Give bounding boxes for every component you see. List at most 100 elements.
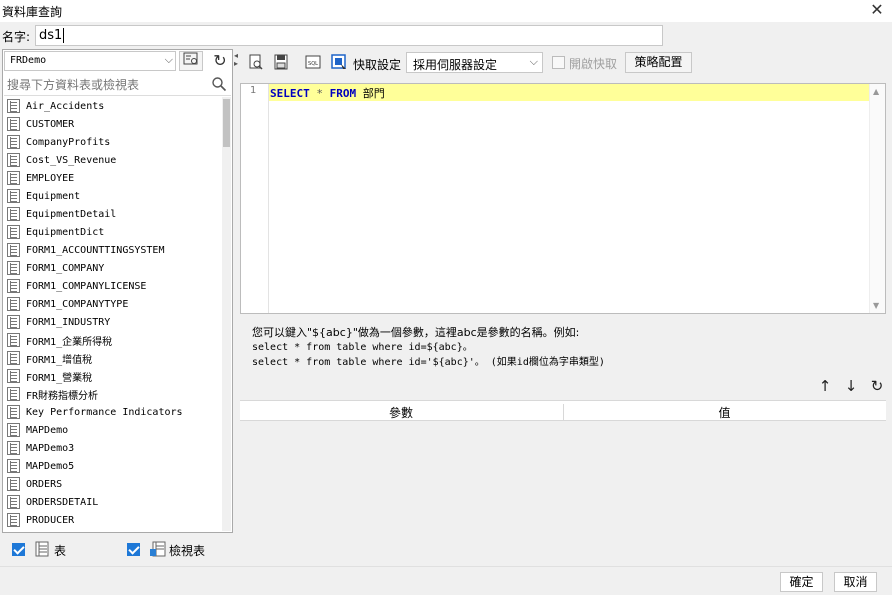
table-list-item[interactable]: FORM1_COMPANYLICENSE (4, 277, 222, 295)
name-row: 名字: ds1 (0, 22, 892, 48)
save-icon[interactable] (272, 53, 290, 71)
sql-icon[interactable]: SQL (304, 53, 322, 71)
scroll-up-icon[interactable]: ▲ (873, 87, 879, 96)
table-list-item[interactable]: FORM1_ACCOUNTTINGSYSTEM (4, 241, 222, 259)
hint-example: select * from table where id='${abc}'。 (… (252, 357, 605, 368)
db-connection-icon (183, 52, 198, 65)
table-search-box (4, 74, 231, 96)
query-toolbar: SQL 快取設定 採用伺服器設定 ⌵ 開啟快取 策略配置 (240, 50, 890, 76)
table-icon (7, 369, 20, 383)
sql-keyword: SELECT (270, 87, 310, 100)
table-name: ORDERS (26, 478, 63, 490)
column-header-value: 值 (563, 404, 885, 421)
table-name: FORM1_COMPANYTYPE (26, 298, 129, 310)
table-search-input[interactable] (7, 76, 207, 94)
table-icon (7, 405, 20, 419)
table-icon (7, 171, 20, 185)
table-list-item[interactable]: Cost_VS_Revenue (4, 151, 222, 169)
table-list: Air_Accidents CUSTOMER CompanyProfits Cost_… (4, 97, 222, 531)
arrow-down-icon[interactable]: ↓ (842, 377, 860, 395)
table-list-item[interactable]: EquipmentDetail (4, 205, 222, 223)
table-list-item[interactable]: ORDERS (4, 475, 222, 493)
enable-cache-checkbox[interactable] (552, 56, 565, 69)
preview-icon[interactable] (247, 53, 265, 71)
hint-line: 您可以鍵入"${abc}"做為一個參數，這裡abc是參數的名稱。例如: (252, 326, 580, 339)
table-list-item[interactable]: CUSTOMER (4, 115, 222, 133)
table-icon (7, 99, 20, 113)
table-list-item[interactable]: MAPDemo (4, 421, 222, 439)
table-name: MAPDemo5 (26, 460, 75, 472)
database-select[interactable]: FRDemo ⌵ (4, 51, 176, 71)
table-list-item[interactable]: EMPLOYEE (4, 169, 222, 187)
table-list-item[interactable]: MAPDemo5 (4, 457, 222, 475)
table-name: Cost_VS_Revenue (26, 154, 117, 166)
strategy-config-button[interactable]: 策略配置 (625, 52, 692, 73)
search-icon[interactable] (211, 76, 227, 92)
table-name: FORM1_COMPANYLICENSE (26, 280, 147, 292)
refresh-icon[interactable]: ↻ (868, 377, 886, 395)
sql-editor[interactable]: 1 SELECT * FROM 部門 ▲ ▼ (240, 83, 886, 314)
table-list-item[interactable]: EquipmentDict (4, 223, 222, 241)
db-connection-button[interactable] (179, 51, 203, 71)
table-list-item[interactable]: Equipment (4, 187, 222, 205)
editor-scrollbar[interactable]: ▲ ▼ (869, 84, 885, 313)
parameter-table-header: 參數 值 (240, 400, 886, 421)
table-name: EMPLOYEE (26, 172, 75, 184)
show-tables-checkbox[interactable] (12, 543, 25, 556)
table-list-item[interactable]: FORM1_COMPANYTYPE (4, 295, 222, 313)
title-bar: 資料庫查詢 ✕ (0, 0, 892, 22)
table-list-item[interactable]: FORM1_營業稅 (4, 367, 222, 385)
table-list-item[interactable]: Key Performance Indicators (4, 403, 222, 421)
table-name: CompanyProfits (26, 136, 111, 148)
cache-mode-select[interactable]: 採用伺服器設定 ⌵ (406, 52, 543, 73)
table-name: Air_Accidents (26, 100, 105, 112)
table-list-item[interactable]: CompanyProfits (4, 133, 222, 151)
table-name: MAPDemo (26, 424, 69, 436)
left-footer: 表 檢視表 (2, 534, 233, 564)
table-list-item[interactable]: FORM1_增值稅 (4, 349, 222, 367)
table-list-item[interactable]: FORM1_企業所得稅 (4, 331, 222, 349)
arrow-up-icon[interactable]: ↑ (816, 377, 834, 395)
table-list-item[interactable]: FORM1_INDUSTRY (4, 313, 222, 331)
table-name: Key Performance Indicators (26, 406, 183, 418)
sql-line[interactable]: SELECT * FROM 部門 (270, 85, 385, 101)
scroll-down-icon[interactable]: ▼ (873, 301, 879, 310)
line-number: 1 (250, 85, 257, 96)
cache-setting-label: 快取設定 (353, 58, 402, 72)
sql-keyword: FROM (329, 87, 357, 100)
table-name: FORM1_營業稅 (26, 372, 93, 384)
table-icon (7, 243, 20, 257)
table-icon (7, 315, 20, 329)
table-icon (7, 477, 20, 491)
table-icon (7, 441, 20, 455)
table-list-item[interactable]: FORM1_COMPANY (4, 259, 222, 277)
table-list-item[interactable]: ORDERSDETAIL (4, 493, 222, 511)
table-list-item[interactable]: FR財務指標分析 (4, 385, 222, 403)
refresh-icon[interactable]: ↻ (209, 50, 231, 72)
database-select-value: FRDemo (10, 55, 47, 66)
table-icon (7, 207, 20, 221)
table-browser-panel: FRDemo ⌵ ↻ Air_Accidents CUSTOMER CompanyP… (2, 49, 233, 533)
table-list-scrollbar[interactable] (222, 97, 231, 531)
table-list-item[interactable]: PRODUCER (4, 511, 222, 529)
name-input[interactable]: ds1 (35, 25, 663, 46)
dialog-button-bar: 確定 取消 (0, 566, 892, 595)
table-list-item[interactable]: MAPDemo3 (4, 439, 222, 457)
view-table-icon (150, 541, 166, 557)
close-icon[interactable]: ✕ (868, 0, 886, 20)
parameter-table: 參數 值 (240, 400, 886, 565)
show-tables-label: 表 (54, 544, 67, 558)
cache-icon[interactable] (330, 53, 348, 71)
table-icon (7, 117, 20, 131)
window-title: 資料庫查詢 (2, 5, 63, 19)
ok-button[interactable]: 確定 (780, 572, 823, 592)
show-views-checkbox[interactable] (127, 543, 140, 556)
table-name: EquipmentDict (26, 226, 105, 238)
table-list-item[interactable]: Air_Accidents (4, 97, 222, 115)
table-name: EquipmentDetail (26, 208, 117, 220)
table-icon (7, 135, 20, 149)
cancel-button[interactable]: 取消 (834, 572, 877, 592)
scrollbar-thumb[interactable] (223, 99, 230, 147)
hint-example: select * from table where id=${abc}。 (252, 342, 473, 353)
name-input-value: ds1 (39, 28, 63, 43)
